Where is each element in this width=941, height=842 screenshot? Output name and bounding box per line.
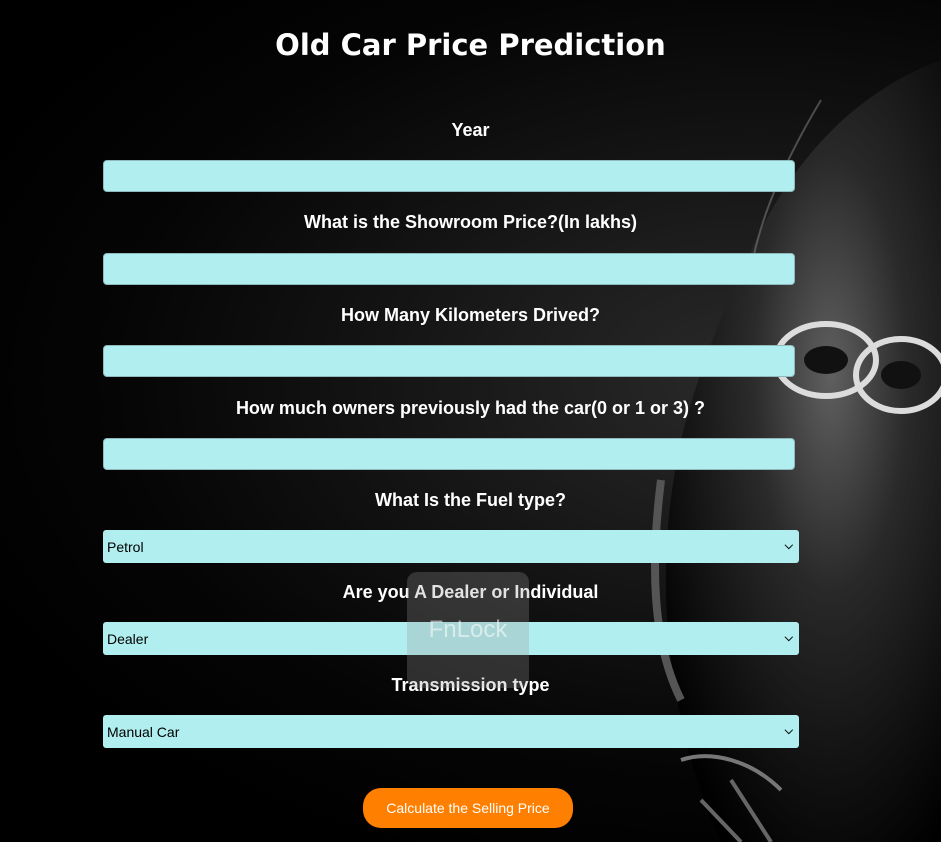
calculate-price-button[interactable]: Calculate the Selling Price <box>363 788 573 828</box>
page-title: Old Car Price Prediction <box>275 28 666 62</box>
fuel-type-label: What Is the Fuel type? <box>374 490 566 510</box>
owners-label: How much owners previously had the car(0… <box>235 398 706 418</box>
fnlock-overlay: FnLock <box>407 572 529 688</box>
transmission-selected-value: Manual Car <box>107 723 180 740</box>
chevron-down-icon: ⌵ <box>784 725 793 737</box>
fuel-type-select[interactable]: Petrol ⌵ <box>103 530 799 563</box>
chevron-down-icon: ⌵ <box>784 632 793 644</box>
transmission-select[interactable]: Manual Car ⌵ <box>103 715 799 748</box>
chevron-down-icon: ⌵ <box>784 540 793 552</box>
fuel-type-selected-value: Petrol <box>107 538 144 555</box>
page: Old Car Price Prediction Year What is th… <box>0 0 941 842</box>
showroom-price-label: What is the Showroom Price?(In lakhs) <box>303 212 638 232</box>
kilometers-input[interactable] <box>103 345 795 377</box>
showroom-price-input[interactable] <box>103 253 795 285</box>
year-label: Year <box>451 120 490 140</box>
kilometers-label: How Many Kilometers Drived? <box>340 305 601 325</box>
year-input[interactable] <box>103 160 795 192</box>
owners-input[interactable] <box>103 438 795 470</box>
seller-type-selected-value: Dealer <box>107 630 149 647</box>
